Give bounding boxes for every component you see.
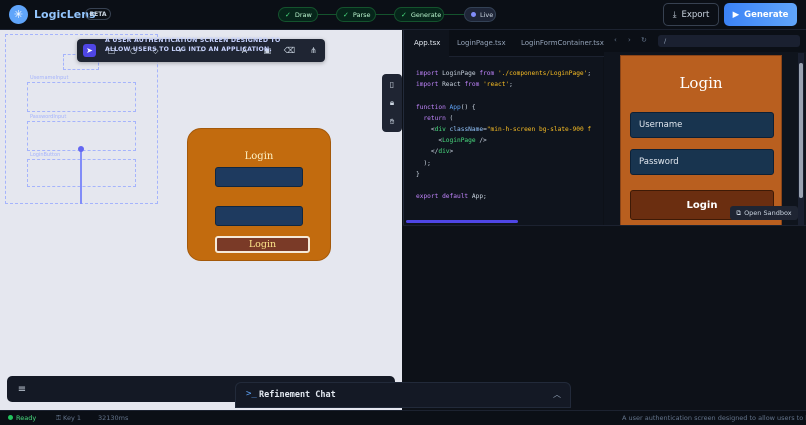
connector-handle[interactable] bbox=[78, 146, 84, 152]
chevron-up-icon[interactable]: ︿ bbox=[553, 389, 561, 400]
status-key: ⚿ Key 1 bbox=[56, 414, 82, 422]
sketch-title: Login bbox=[244, 151, 274, 162]
live-dot-icon bbox=[471, 12, 476, 17]
forward-icon[interactable]: › bbox=[628, 36, 631, 44]
chat-title: Refinement Chat bbox=[259, 390, 336, 400]
refinement-chat[interactable]: >_ Refinement Chat ︿ bbox=[235, 382, 571, 408]
generate-button[interactable]: ▶ Generate bbox=[724, 3, 797, 26]
cursor-icon[interactable]: ➤ bbox=[83, 44, 96, 57]
step-connector bbox=[318, 14, 336, 15]
connector-line bbox=[80, 148, 82, 204]
sketch-login-button[interactable]: Login bbox=[215, 236, 310, 253]
terminal-icon: >_ bbox=[246, 389, 257, 399]
step-live[interactable]: Live bbox=[464, 7, 496, 22]
status-time: 32130ms bbox=[98, 414, 129, 422]
status-description: A user authentication screen designed to… bbox=[622, 414, 806, 422]
sketch-username-field[interactable] bbox=[215, 167, 303, 187]
reload-icon[interactable]: ↻ bbox=[641, 36, 647, 44]
preview-title: Login bbox=[679, 74, 723, 92]
tab-loginformcontainer[interactable]: LoginFormContainer.tsx bbox=[521, 39, 604, 47]
back-icon[interactable]: ‹ bbox=[614, 36, 617, 44]
tab-app[interactable]: App.tsx bbox=[414, 39, 440, 47]
key-icon: ⚿ bbox=[56, 414, 64, 422]
preview-navbar: ‹ › ↻ / bbox=[604, 30, 806, 52]
password-input[interactable]: Password bbox=[630, 149, 774, 175]
lock-icon[interactable]: 🔒︎ bbox=[386, 97, 398, 109]
check-icon: ✓ bbox=[401, 10, 407, 19]
url-field[interactable]: / bbox=[658, 35, 800, 47]
drawing-canvas[interactable]: UsernameInput PasswordInput LoginButton … bbox=[0, 30, 402, 410]
book-icon[interactable]: ▯ bbox=[386, 78, 398, 90]
box-label: LoginButton bbox=[30, 152, 61, 158]
username-box bbox=[27, 82, 136, 112]
box-label: UsernameInput bbox=[30, 75, 69, 81]
editor-tabs: App.tsx LoginPage.tsx LoginFormContainer… bbox=[404, 30, 604, 57]
step-parse[interactable]: ✓ Parse bbox=[336, 7, 376, 22]
play-icon: ▶ bbox=[732, 9, 740, 20]
step-connector bbox=[444, 14, 464, 15]
tab-loginpage[interactable]: LoginPage.tsx bbox=[457, 39, 506, 47]
code-content[interactable]: import LoginPage from './components/Logi… bbox=[416, 68, 591, 202]
share-icon[interactable]: ⋔ bbox=[307, 44, 320, 57]
box-label: PasswordInput bbox=[30, 114, 67, 120]
step-generate[interactable]: ✓ Generate bbox=[394, 7, 444, 22]
top-bar: ✳ LogicLens BETA ✓ Draw ✓ Parse ✓ Generate … bbox=[0, 0, 806, 30]
status-bar: Ready ⚿ Key 1 32130ms A user authenticat… bbox=[0, 410, 806, 425]
horizontal-scrollbar[interactable] bbox=[406, 220, 518, 223]
sketch-login-card[interactable]: Login Login bbox=[187, 128, 331, 261]
description-tooltip: A USER AUTHENTICATION SCREEN DESIGNED TO… bbox=[105, 37, 281, 53]
check-icon: ✓ bbox=[285, 10, 291, 19]
live-preview: ‹ › ↻ / Login Username Password Login ⧉ O… bbox=[604, 30, 806, 230]
external-link-icon: ⧉ bbox=[736, 208, 742, 217]
scrollbar-thumb[interactable] bbox=[799, 63, 803, 198]
sketch-password-field[interactable] bbox=[215, 206, 303, 226]
download-icon: ⤓ bbox=[672, 9, 677, 20]
side-tools: ▯ 🔒︎ ✋︎ bbox=[382, 74, 402, 132]
step-connector bbox=[376, 14, 394, 15]
username-input[interactable]: Username bbox=[630, 112, 774, 138]
open-sandbox-button[interactable]: ⧉ Open Sandbox bbox=[730, 206, 798, 220]
check-icon: ✓ bbox=[343, 10, 349, 19]
status-ready: Ready bbox=[8, 414, 36, 422]
status-dot-icon bbox=[8, 415, 13, 420]
logo-icon: ✳ bbox=[9, 5, 28, 24]
preview-login-card: Login Username Password Login bbox=[620, 55, 782, 230]
beta-badge: BETA bbox=[85, 8, 111, 20]
menu-icon[interactable]: ≡ bbox=[15, 382, 29, 396]
code-editor[interactable]: App.tsx LoginPage.tsx LoginFormContainer… bbox=[403, 30, 604, 225]
export-button[interactable]: ⤓ Export bbox=[663, 3, 719, 26]
hand-icon[interactable]: ✋︎ bbox=[386, 116, 398, 128]
step-draw[interactable]: ✓ Draw bbox=[278, 7, 318, 22]
